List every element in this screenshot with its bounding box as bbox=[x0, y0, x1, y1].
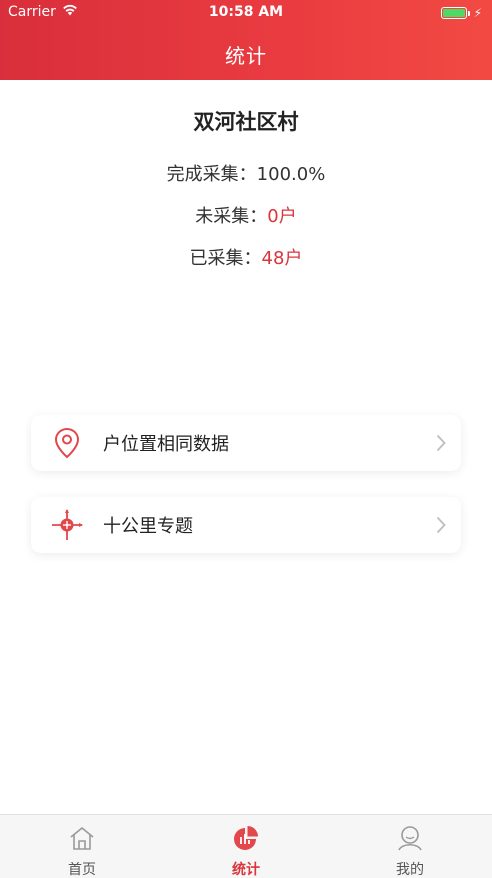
pie-chart-icon bbox=[232, 825, 260, 855]
chevron-right-icon bbox=[421, 516, 461, 534]
collected-label: 已采集： bbox=[189, 248, 262, 269]
charging-bolt-icon: ⚡ bbox=[473, 6, 482, 20]
home-icon bbox=[68, 825, 96, 855]
status-time: 10:58 AM bbox=[208, 4, 284, 20]
uncollected-stat: 未采集：0户 bbox=[0, 202, 492, 228]
tab-profile[interactable]: 我的 bbox=[328, 815, 492, 878]
location-pin-icon bbox=[31, 427, 103, 459]
app-header: Carrier 10:58 AM ⚡ 统计 bbox=[0, 0, 492, 80]
battery-indicator: ⚡ bbox=[440, 6, 482, 20]
tab-label: 首页 bbox=[68, 862, 96, 878]
uncollected-value: 0户 bbox=[267, 206, 297, 227]
completion-stat: 完成采集：100.0% bbox=[0, 160, 492, 186]
battery-icon bbox=[440, 7, 467, 19]
user-icon bbox=[396, 825, 424, 855]
tab-statistics[interactable]: 统计 bbox=[164, 815, 328, 878]
crosshair-target-icon bbox=[31, 508, 103, 542]
menu-item-same-location[interactable]: 户位置相同数据 bbox=[31, 415, 461, 471]
completion-value: 100.0% bbox=[256, 164, 326, 185]
bottom-tab-bar: 首页 统计 我的 bbox=[0, 814, 492, 878]
chevron-right-icon bbox=[421, 434, 461, 452]
menu-item-ten-km-topic[interactable]: 十公里专题 bbox=[31, 497, 461, 553]
tab-label: 统计 bbox=[232, 862, 260, 878]
village-name: 双河社区村 bbox=[193, 110, 299, 134]
page-title: 统计 bbox=[225, 44, 267, 68]
tab-home[interactable]: 首页 bbox=[0, 815, 164, 878]
collected-value: 48户 bbox=[261, 248, 303, 269]
uncollected-label: 未采集： bbox=[195, 206, 268, 227]
tab-label: 我的 bbox=[396, 862, 424, 878]
status-bar: Carrier 10:58 AM ⚡ bbox=[0, 0, 492, 26]
menu-item-label: 十公里专题 bbox=[103, 516, 193, 537]
completion-label: 完成采集： bbox=[166, 164, 257, 185]
collected-stat: 已采集：48户 bbox=[0, 244, 492, 270]
menu-item-label: 户位置相同数据 bbox=[103, 434, 229, 455]
